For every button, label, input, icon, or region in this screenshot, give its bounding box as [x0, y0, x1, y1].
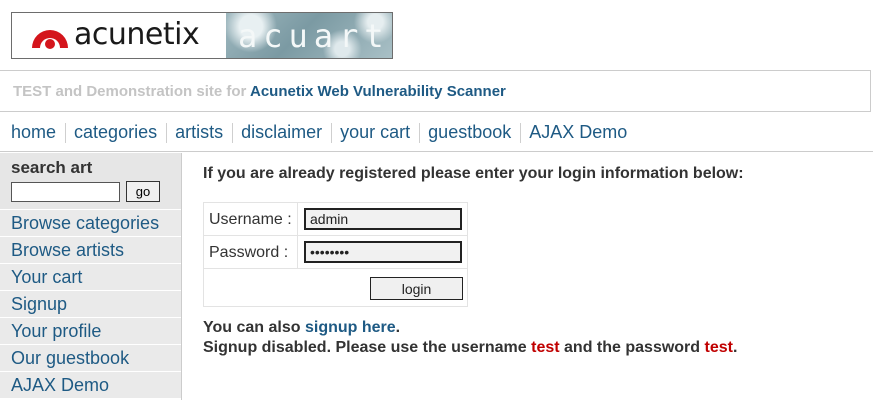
username-label: Username : — [204, 203, 298, 236]
search-row: go — [11, 181, 181, 202]
signup-link[interactable]: signup here — [305, 319, 396, 336]
nav-guestbook[interactable]: guestbook — [428, 122, 511, 143]
login-intro-text: If you are already registered please ent… — [203, 165, 744, 182]
disabled-prefix: Signup disabled. Please use the username — [203, 339, 527, 356]
site-logo[interactable]: acunetix acuart — [11, 12, 393, 59]
username-field[interactable] — [304, 208, 462, 230]
password-cell — [298, 236, 467, 269]
login-form: Username : Password : login — [203, 202, 468, 307]
nav-separator — [232, 122, 234, 143]
username-cell — [298, 203, 467, 236]
sidebar-item-browse-artists[interactable]: Browse artists — [0, 237, 181, 264]
sidebar-item-signup[interactable]: Signup — [0, 291, 181, 318]
password-label: Password : — [204, 236, 298, 269]
test-password: test — [704, 339, 733, 356]
signup-suffix: . — [395, 319, 401, 336]
nav-separator — [419, 122, 421, 143]
nav-separator — [65, 122, 67, 143]
sidebar-item-your-profile[interactable]: Your profile — [0, 318, 181, 345]
top-navigation: home categories artists disclaimer your … — [0, 114, 873, 152]
nav-separator — [520, 122, 522, 143]
nav-disclaimer[interactable]: disclaimer — [241, 122, 322, 143]
password-field[interactable] — [304, 241, 462, 263]
nav-your-cart[interactable]: your cart — [340, 122, 410, 143]
disabled-middle: and the password — [564, 339, 701, 356]
signup-disabled-line: Signup disabled. Please use the username… — [203, 338, 823, 358]
search-title: search art — [11, 158, 93, 177]
search-input[interactable] — [11, 181, 120, 202]
search-panel: search art go — [0, 153, 181, 210]
tagline-brand-link[interactable]: Acunetix Web Vulnerability Scanner — [250, 83, 506, 100]
nav-separator — [166, 122, 168, 143]
sidebar-item-browse-categories[interactable]: Browse categories — [0, 210, 181, 237]
signup-info: You can also signup here. Signup disable… — [203, 318, 823, 358]
sidebar-item-your-cart[interactable]: Your cart — [0, 264, 181, 291]
tagline-bar: TEST and Demonstration site for Acunetix… — [0, 70, 871, 112]
nav-artists[interactable]: artists — [175, 122, 223, 143]
go-button[interactable]: go — [126, 181, 160, 202]
disabled-suffix: . — [732, 339, 738, 356]
tagline-prefix: TEST and Demonstration site for — [13, 83, 247, 100]
test-username: test — [531, 339, 560, 356]
sidebar: search art go Browse categories Browse a… — [0, 153, 182, 400]
nav-home[interactable]: home — [11, 122, 56, 143]
acunetix-logo: acunetix — [12, 13, 226, 58]
nav-ajax-demo[interactable]: AJAX Demo — [529, 122, 627, 143]
signup-prefix: You can also — [203, 319, 301, 336]
signup-line: You can also signup here. — [203, 318, 823, 338]
nav-separator — [331, 122, 333, 143]
sidebar-item-ajax-demo[interactable]: AJAX Demo — [0, 372, 181, 399]
sidebar-item-our-guestbook[interactable]: Our guestbook — [0, 345, 181, 372]
logo-brand-text: acunetix — [74, 17, 200, 52]
acunetix-logo-icon — [32, 30, 68, 49]
acuart-logo: acuart — [226, 13, 392, 58]
nav-categories[interactable]: categories — [74, 122, 157, 143]
logo-art-text: acuart — [238, 17, 390, 55]
login-button[interactable]: login — [370, 277, 463, 300]
main-content: If you are already registered please ent… — [203, 164, 744, 356]
